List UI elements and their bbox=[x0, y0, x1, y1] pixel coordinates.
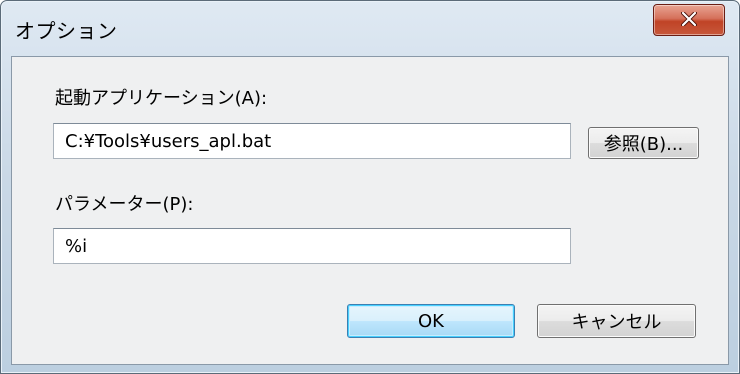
param-input[interactable] bbox=[53, 228, 571, 264]
window-title: オプション bbox=[15, 19, 118, 43]
title-bar[interactable]: オプション bbox=[1, 1, 739, 55]
close-icon bbox=[681, 10, 697, 30]
param-label: パラメーター(P): bbox=[55, 194, 194, 215]
app-path-input[interactable] bbox=[53, 123, 571, 159]
ok-button-label: OK bbox=[418, 310, 444, 332]
ok-button[interactable]: OK bbox=[347, 304, 515, 338]
browse-button[interactable]: 参照(B)... bbox=[588, 127, 699, 159]
options-dialog: オプション 起動アプリケーション(A): 参照(B)... パラメーター(P):… bbox=[0, 0, 740, 374]
browse-button-label: 参照(B)... bbox=[603, 134, 684, 155]
dialog-body: 起動アプリケーション(A): 参照(B)... パラメーター(P): OK キャ… bbox=[11, 56, 729, 365]
close-button[interactable] bbox=[653, 4, 725, 36]
app-label: 起動アプリケーション(A): bbox=[55, 88, 268, 109]
cancel-button[interactable]: キャンセル bbox=[537, 304, 696, 338]
cancel-button-label: キャンセル bbox=[571, 312, 662, 333]
